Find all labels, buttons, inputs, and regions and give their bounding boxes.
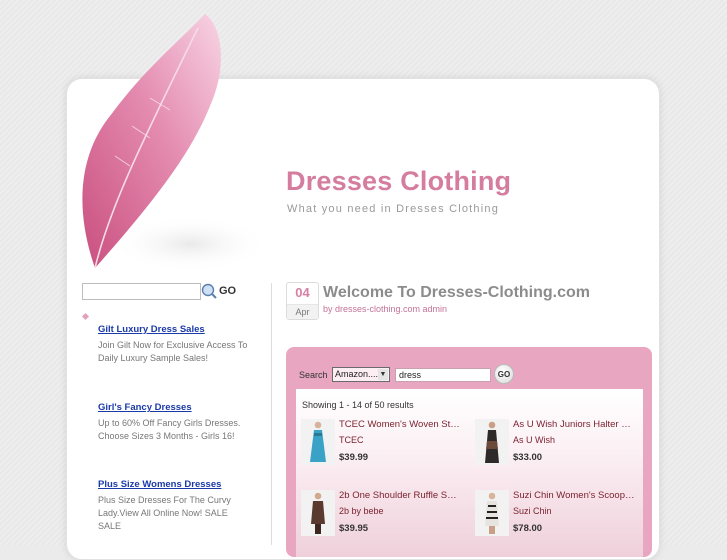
product-price: $39.95: [339, 523, 369, 534]
results-count: Showing 1 - 14 of 50 results: [302, 400, 414, 410]
site-tagline: What you need in Dresses Clothing: [287, 203, 500, 215]
feather-logo: [82, 14, 270, 272]
sidebar-ad-link[interactable]: Gilt Luxury Dress Sales: [98, 324, 248, 335]
sidebar-ad-text: Plus Size Dresses For The Curvy Lady.Vie…: [98, 495, 231, 531]
store-search-label: Search: [299, 370, 328, 380]
post-day: 04: [295, 285, 310, 300]
sidebar-ad: Gilt Luxury Dress Sales Join Gilt Now fo…: [98, 324, 248, 365]
store-search-input[interactable]: dress: [395, 368, 491, 382]
sidebar-ad-text: Join Gilt Now for Exclusive Access To Da…: [98, 340, 248, 363]
product-image[interactable]: [301, 419, 335, 465]
site-title[interactable]: Dresses Clothing: [286, 166, 511, 197]
sidebar-ad-link[interactable]: Plus Size Womens Dresses: [98, 479, 248, 490]
sidebar-ad-link[interactable]: Girl's Fancy Dresses: [98, 402, 248, 413]
store-category-select[interactable]: Amazon..... ▼: [332, 367, 390, 382]
product-card[interactable]: As U Wish Juniors Halter Dress As U Wish…: [475, 419, 645, 479]
product-brand: 2b by bebe: [339, 506, 384, 516]
store-results: Showing 1 - 14 of 50 results TCEC Women'…: [296, 389, 643, 557]
product-price: $39.99: [339, 452, 369, 463]
sidebar-ad-text: Up to 60% Off Fancy Girls Dresses. Choos…: [98, 418, 241, 441]
product-image[interactable]: [475, 419, 509, 465]
post-title[interactable]: Welcome To Dresses-Clothing.com: [323, 284, 590, 302]
store-select-value: Amazon.....: [335, 369, 381, 379]
product-name[interactable]: TCEC Women's Woven Strapless Dress: [339, 419, 461, 430]
product-brand: TCEC: [339, 435, 364, 445]
post-month: Apr: [287, 304, 318, 319]
sidebar-go-button[interactable]: GO: [201, 282, 236, 300]
product-price: $78.00: [513, 523, 543, 534]
product-price: $33.00: [513, 452, 543, 463]
column-divider: [271, 283, 272, 545]
product-card[interactable]: TCEC Women's Woven Strapless Dress TCEC …: [301, 419, 471, 479]
product-brand: As U Wish: [513, 435, 556, 445]
product-image[interactable]: [301, 490, 335, 536]
product-name[interactable]: As U Wish Juniors Halter Dress: [513, 419, 635, 430]
sidebar-go-label: GO: [219, 285, 237, 297]
product-card[interactable]: Suzi Chin Women's Scoop Neck Dress Suzi …: [475, 490, 645, 550]
sidebar-search-input[interactable]: [82, 283, 201, 300]
product-brand: Suzi Chin: [513, 506, 552, 516]
post-date-badge: 04 Apr: [286, 282, 319, 320]
sidebar-ad: Plus Size Womens Dresses Plus Size Dress…: [98, 479, 248, 533]
product-name[interactable]: 2b One Shoulder Ruffle Sheath Dress: [339, 490, 461, 501]
store-go-button[interactable]: GO: [494, 364, 514, 384]
store-widget: Search Amazon..... ▼ dress GO Showing 1 …: [286, 347, 652, 557]
post-byline[interactable]: by dresses-clothing.com admin: [323, 304, 447, 314]
product-name[interactable]: Suzi Chin Women's Scoop Neck Dress: [513, 490, 635, 501]
product-card[interactable]: 2b One Shoulder Ruffle Sheath Dress 2b b…: [301, 490, 471, 550]
sidebar-ad: Girl's Fancy Dresses Up to 60% Off Fancy…: [98, 402, 248, 443]
product-image[interactable]: [475, 490, 509, 536]
magnifier-icon: [201, 283, 217, 299]
chevron-down-icon: ▼: [378, 369, 388, 380]
